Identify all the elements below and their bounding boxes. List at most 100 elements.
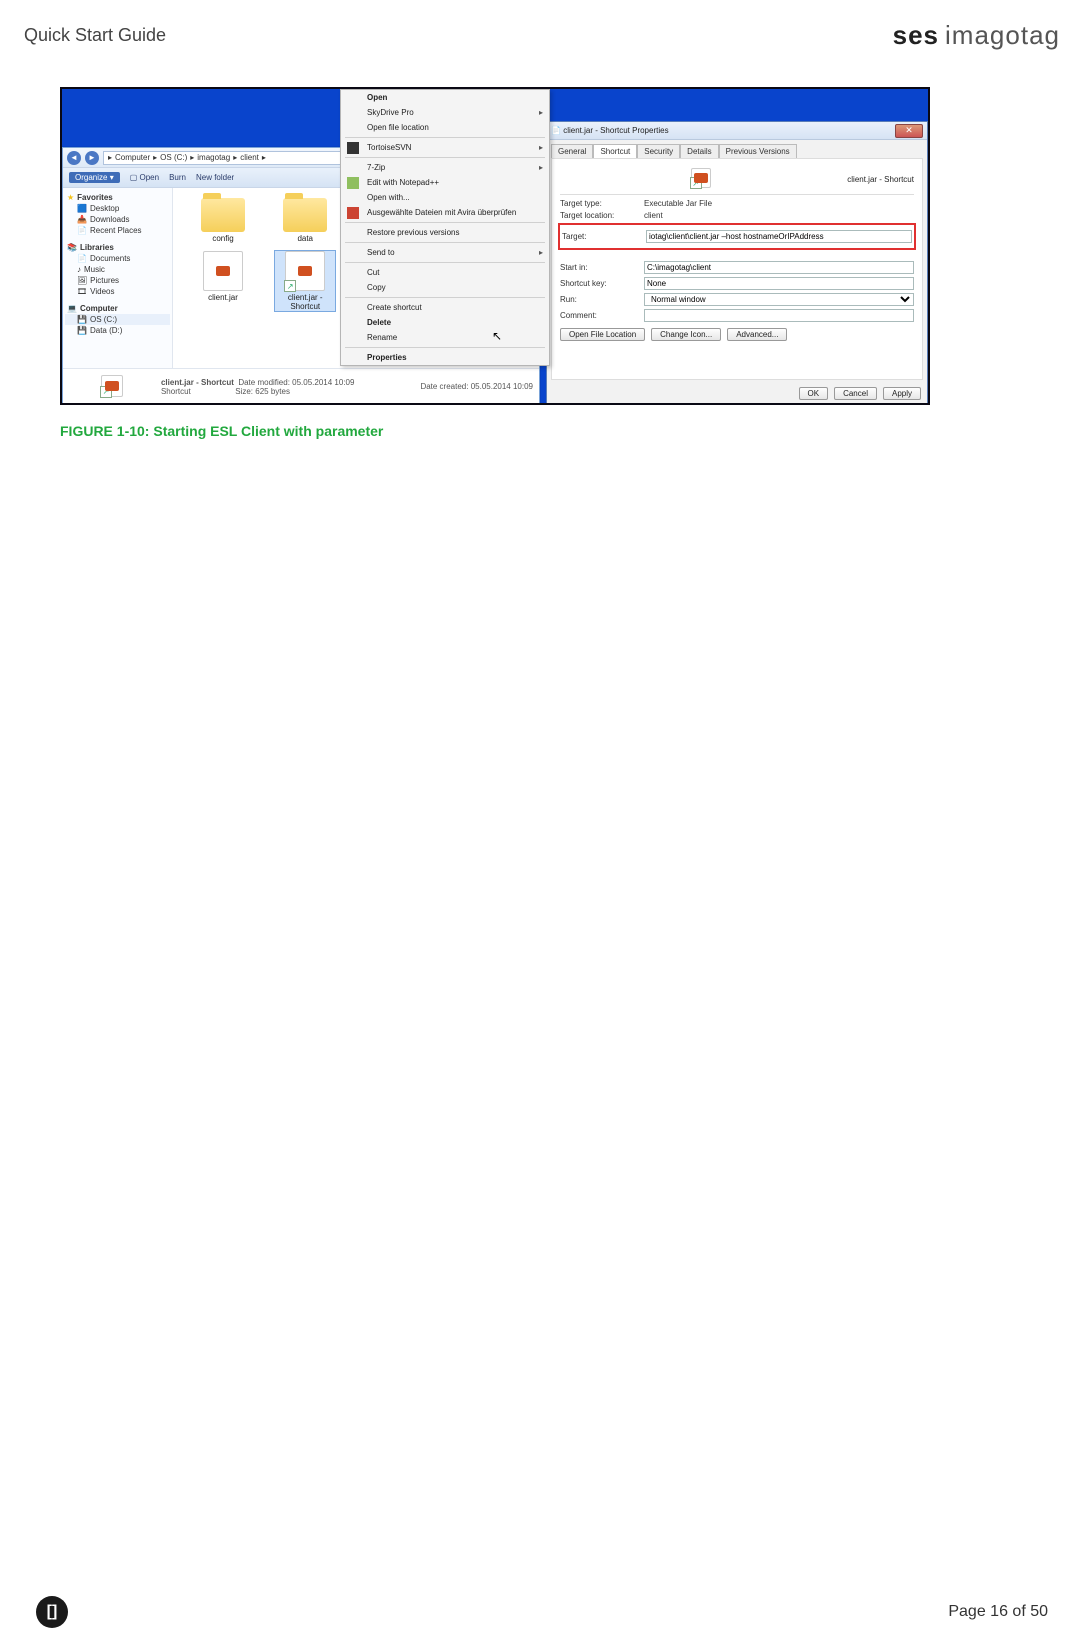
nav-back-icon[interactable]: ◄ [67,151,81,165]
sidebar-item-recent[interactable]: 📄 Recent Places [65,225,170,236]
field-value: Executable Jar File [644,199,712,208]
jar-icon: ↗ [285,251,325,291]
dialog-body: ↗client.jar - Shortcut Target type:Execu… [551,158,923,380]
figure-caption: FIGURE 1-10: Starting ESL Client with pa… [60,423,1024,439]
doc-title: Quick Start Guide [24,25,166,46]
menu-item[interactable]: Ausgewählte Dateien mit Avira überprüfen [341,205,549,220]
tab-general[interactable]: General [551,144,593,158]
shortcut-arrow-icon: ↗ [284,280,296,292]
sidebar-item-datad[interactable]: 💾 Data (D:) [65,325,170,336]
sidebar-item-videos[interactable]: 🎞 Videos [65,286,170,297]
folder-config[interactable]: config [193,198,253,243]
status-name: client.jar - Shortcut [161,378,234,387]
sidebar-item-desktop[interactable]: 🟦 Desktop [65,203,170,214]
dialog-tabs: General Shortcut Security Details Previo… [547,140,927,158]
crumb[interactable]: imagotag [197,153,230,162]
jar-icon: ↗ [691,168,711,188]
target-highlight: Target: [558,223,916,250]
cancel-button[interactable]: Cancel [834,387,877,400]
logo-imagotag: imagotag [945,20,1060,51]
dialog-titlebar[interactable]: 📄 client.jar - Shortcut Properties ✕ [547,122,927,140]
file-label: client.jar [193,293,253,302]
menu-item[interactable]: TortoiseSVN▸ [341,140,549,155]
jar-icon [203,251,243,291]
page-footer: [] Page 16 of 50 [0,1596,1084,1628]
context-menu[interactable]: OpenSkyDrive Pro▸Open file location Torto… [340,89,550,366]
startin-input[interactable] [644,261,914,274]
status-type: Shortcut [161,387,191,396]
crumb[interactable]: Computer [115,153,150,162]
menu-item[interactable]: Copy [341,280,549,295]
burn-button[interactable]: Burn [169,173,186,182]
advanced-button[interactable]: Advanced... [727,328,787,341]
logo-ses: ses [893,20,939,51]
openfilelocation-button[interactable]: Open File Location [560,328,645,341]
menu-item[interactable]: Open with... [341,190,549,205]
shortcut-name: client.jar - Shortcut [847,175,914,184]
explorer-statusbar: ↗ client.jar - Shortcut Date modified: 0… [63,368,539,404]
file-label: config [193,234,253,243]
menu-item[interactable]: Send to▸ [341,245,549,260]
tab-shortcut[interactable]: Shortcut [593,144,637,158]
dialog-title: client.jar - Shortcut Properties [563,126,668,135]
field-label: Start in: [560,263,638,272]
shortcut-arrow-icon: ↗ [100,386,112,398]
newfolder-button[interactable]: New folder [196,173,234,182]
folder-icon [283,198,327,232]
folder-data[interactable]: data [275,198,335,243]
sidebar-item-music[interactable]: ♪ Music [65,264,170,275]
run-select[interactable]: Normal window [644,293,914,306]
field-value: client [644,211,663,220]
menu-item[interactable]: Open file location [341,120,549,135]
shortcutkey-input[interactable] [644,277,914,290]
jar-icon: ↗ [101,375,123,397]
cursor-icon: ↖ [492,329,502,343]
page-content: ◄ ► ▸ Computer▸ OS (C:)▸ imagotag▸ clien… [0,57,1084,469]
nav-fwd-icon[interactable]: ► [85,151,99,165]
brand-logo: ses imagotag [893,20,1060,51]
ok-button[interactable]: OK [799,387,829,400]
page-number: Page 16 of 50 [948,1603,1048,1621]
sidebar-group-label: Computer [80,304,118,313]
file-clientjar-shortcut[interactable]: ↗ client.jar - Shortcut [275,251,335,311]
star-icon: ★ [67,193,74,202]
changeicon-button[interactable]: Change Icon... [651,328,721,341]
open-button[interactable]: ▢ Open [130,173,159,182]
file-label: client.jar - Shortcut [275,293,335,311]
field-label: Shortcut key: [560,279,638,288]
properties-dialog: 📄 client.jar - Shortcut Properties ✕ Gen… [546,121,928,405]
field-label: Comment: [560,311,638,320]
menu-item[interactable]: 7-Zip▸ [341,160,549,175]
menu-item[interactable]: SkyDrive Pro▸ [341,105,549,120]
tab-prev-versions[interactable]: Previous Versions [719,144,797,158]
organize-button[interactable]: Organize ▾ [69,172,120,183]
sidebar-group-label: Libraries [80,243,114,252]
menu-item[interactable]: Edit with Notepad++ [341,175,549,190]
tab-details[interactable]: Details [680,144,718,158]
menu-item[interactable]: Rename [341,330,549,345]
field-label: Target: [562,232,640,241]
sidebar-item-osc[interactable]: 💾 OS (C:) [65,314,170,325]
menu-item[interactable]: Restore previous versions [341,225,549,240]
page-header: Quick Start Guide ses imagotag [0,0,1084,57]
comment-input[interactable] [644,309,914,322]
crumb[interactable]: client [240,153,259,162]
file-clientjar[interactable]: client.jar [193,251,253,302]
menu-item[interactable]: Delete [341,315,549,330]
folder-icon [201,198,245,232]
sidebar-item-downloads[interactable]: 📥 Downloads [65,214,170,225]
tab-security[interactable]: Security [637,144,680,158]
footer-badge-icon: [] [36,1596,68,1628]
file-label: data [275,234,335,243]
target-input[interactable] [646,230,912,243]
crumb[interactable]: OS (C:) [160,153,187,162]
menu-item[interactable]: Cut [341,265,549,280]
sidebar-item-pictures[interactable]: 🖼 Pictures [65,275,170,286]
figure-screenshot: ◄ ► ▸ Computer▸ OS (C:)▸ imagotag▸ clien… [60,87,930,405]
close-button[interactable]: ✕ [895,124,923,138]
menu-item[interactable]: Open [341,90,549,105]
menu-item[interactable]: Create shortcut [341,300,549,315]
menu-item[interactable]: Properties [341,350,549,365]
sidebar-item-documents[interactable]: 📄 Documents [65,253,170,264]
apply-button[interactable]: Apply [883,387,921,400]
